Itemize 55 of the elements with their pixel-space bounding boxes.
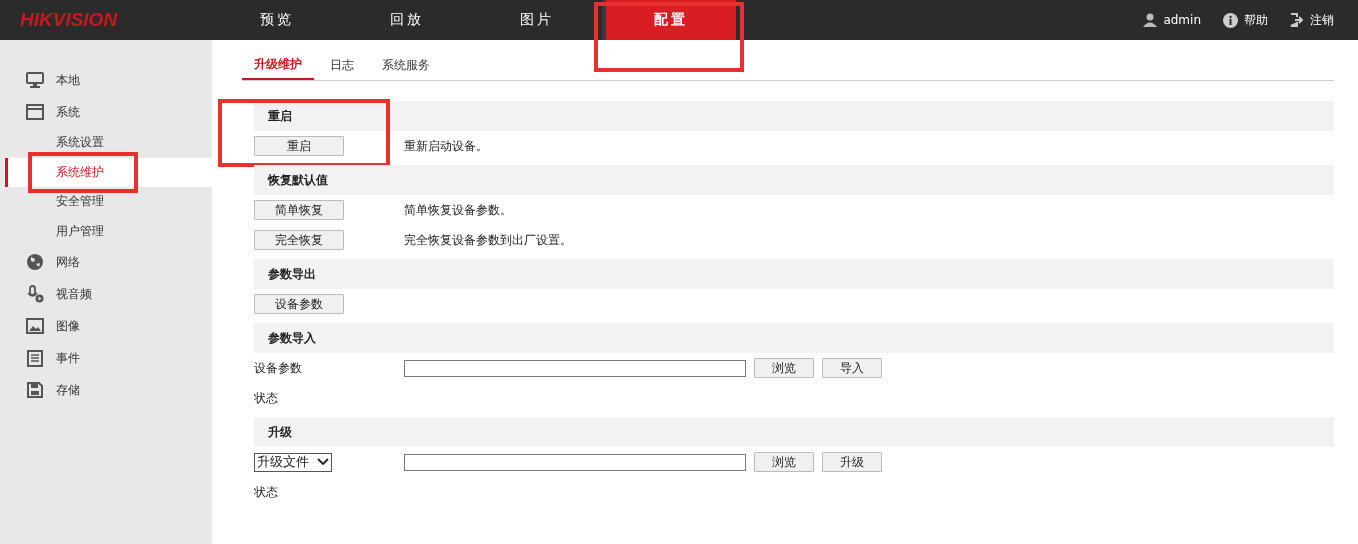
sidebar-item[interactable]: 系统	[56, 103, 80, 121]
file-path-field[interactable]	[404, 359, 746, 377]
description-text: 简单恢复设备参数。	[404, 201, 512, 219]
nav-tab[interactable]: 回放	[342, 0, 472, 40]
sidebar-subitem[interactable]: 安全管理	[0, 187, 212, 217]
status-label: 状态	[254, 483, 279, 501]
tab[interactable]: 系统服务	[370, 50, 442, 80]
nav-tab[interactable]: 图片	[472, 0, 602, 40]
file-type-dropdown[interactable]: 升级文件	[254, 452, 332, 472]
globe-icon	[26, 253, 44, 271]
file-path-field[interactable]	[404, 453, 746, 471]
sidebar-subitem[interactable]: 用户管理	[0, 216, 212, 246]
section-header: 升级	[254, 417, 1334, 447]
action-button[interactable]: 完全恢复	[254, 230, 344, 250]
section-header: 恢复默认值	[254, 165, 1334, 195]
logo: HIKVISION	[19, 8, 119, 32]
tab[interactable]: 升级维护	[242, 50, 314, 80]
chevron-down-icon	[317, 458, 329, 466]
browse-button[interactable]: 浏览	[754, 452, 814, 472]
upgrade-button[interactable]: 升级	[822, 452, 882, 472]
description-text: 完全恢复设备参数到出厂设置。	[404, 231, 572, 249]
window-icon	[26, 104, 44, 120]
image-icon	[26, 318, 44, 334]
sidebar-item[interactable]: 存储	[56, 381, 80, 399]
logout-icon	[1290, 13, 1304, 27]
help-link[interactable]: 帮助	[1244, 11, 1268, 29]
field-label: 设备参数	[254, 359, 303, 377]
nav-tab[interactable]: 预览	[212, 0, 342, 40]
logout-link[interactable]: 注销	[1310, 11, 1334, 29]
action-button[interactable]: 重启	[254, 136, 344, 156]
save-icon	[26, 381, 44, 399]
description-text: 重新启动设备。	[404, 137, 488, 155]
sidebar-item[interactable]: 视音频	[56, 285, 92, 303]
section-header: 重启	[254, 101, 1334, 131]
sidebar-item[interactable]: 本地	[56, 71, 80, 89]
sidebar-item[interactable]: 事件	[56, 349, 80, 367]
nav-tab[interactable]: 配置	[602, 0, 736, 40]
import-button[interactable]: 导入	[822, 358, 882, 378]
action-button[interactable]: 简单恢复	[254, 200, 344, 220]
section-header: 参数导入	[254, 323, 1334, 353]
info-icon	[1223, 12, 1238, 28]
action-button[interactable]: 设备参数	[254, 294, 344, 314]
user-link[interactable]: admin	[1163, 13, 1201, 27]
sidebar-subitem[interactable]: 系统设置	[0, 128, 212, 158]
browse-button[interactable]: 浏览	[754, 358, 814, 378]
sidebar-item[interactable]: 网络	[56, 253, 80, 271]
microphone-icon	[26, 285, 44, 303]
user-icon	[1143, 13, 1158, 27]
status-label: 状态	[254, 389, 279, 407]
section-header: 参数导出	[254, 259, 1334, 289]
sidebar-item[interactable]: 图像	[56, 317, 80, 335]
tab[interactable]: 日志	[318, 50, 366, 80]
monitor-icon	[26, 72, 44, 88]
sidebar-subitem[interactable]: 系统维护	[5, 157, 212, 187]
list-icon	[26, 349, 44, 367]
